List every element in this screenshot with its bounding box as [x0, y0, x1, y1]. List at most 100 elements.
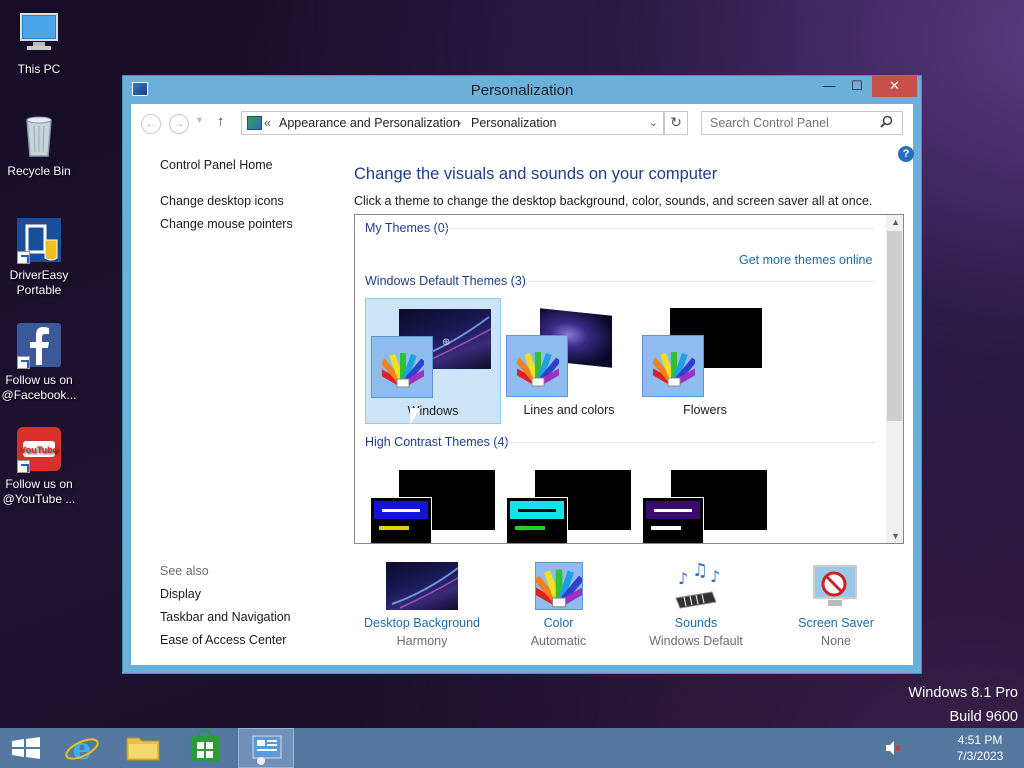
- hc-title-bar: [510, 501, 564, 519]
- page-title: Change the visuals and sounds on your co…: [354, 165, 718, 183]
- change-mouse-pointers-link[interactable]: Change mouse pointers: [160, 217, 293, 231]
- computer-icon: [15, 10, 63, 58]
- scroll-up-arrow-icon[interactable]: ▲: [891, 217, 900, 227]
- color-setting[interactable]: Color Automatic: [501, 562, 616, 648]
- ease-of-access-link[interactable]: Ease of Access Center: [160, 633, 286, 647]
- hc-title-bar: [374, 501, 428, 519]
- taskbar-control-panel[interactable]: [238, 728, 294, 768]
- svg-text:♫: ♫: [692, 562, 708, 581]
- group-divider: [443, 228, 875, 229]
- svg-text:♪: ♪: [710, 567, 720, 586]
- breadcrumb-personalization[interactable]: Personalization: [471, 116, 556, 130]
- up-button[interactable]: ↑: [217, 113, 225, 130]
- windows-edition-watermark: Windows 8.1 Pro: [908, 685, 1018, 701]
- help-icon[interactable]: ?: [898, 146, 914, 162]
- start-button[interactable]: [0, 728, 56, 768]
- desktop-icon-label: This PC: [17, 62, 61, 76]
- search-input[interactable]: [701, 111, 903, 135]
- color-palette-icon: [526, 562, 591, 610]
- recent-pages-dropdown[interactable]: ▼: [195, 115, 204, 125]
- high-contrast-preview: [506, 497, 568, 543]
- desktop-icon-recycle-bin[interactable]: Recycle Bin: [0, 112, 78, 179]
- theme-windows[interactable]: ⊕ Windows: [365, 298, 501, 424]
- windows-build-watermark: Build 9600: [949, 709, 1018, 725]
- address-box[interactable]: « Appearance and Personalization › Perso…: [241, 111, 664, 135]
- window-client-area: ← → ▼ ↑ « Appearance and Personalization…: [131, 104, 914, 665]
- screen-saver-icon: [800, 562, 872, 610]
- desktop-background-setting[interactable]: Desktop Background Harmony: [357, 562, 487, 648]
- setting-label: Sounds: [674, 616, 718, 630]
- theme-high-contrast-2[interactable]: [501, 460, 637, 543]
- facebook-icon: [15, 321, 63, 369]
- svg-text:⊕: ⊕: [442, 337, 450, 348]
- up-arrow-icon: ↑: [217, 113, 225, 130]
- hc-title-line: [518, 509, 556, 512]
- get-more-themes-link[interactable]: Get more themes online: [739, 253, 872, 267]
- folder-icon: [126, 737, 160, 761]
- breadcrumb-overflow[interactable]: «: [264, 116, 271, 130]
- mouse-cursor-icon: [410, 408, 421, 425]
- desktop-icon-youtube[interactable]: YouTube Follow us on @YouTube ...: [0, 425, 78, 507]
- taskbar-file-explorer[interactable]: [115, 728, 171, 768]
- back-button[interactable]: ←: [141, 114, 161, 134]
- taskbar-clock[interactable]: 4:51 PM 7/3/2023: [934, 732, 1024, 764]
- screen-saver-setting[interactable]: Screen Saver None: [776, 562, 896, 648]
- breadcrumb-separator: ›: [457, 116, 462, 130]
- high-contrast-preview: [370, 497, 432, 543]
- shortcut-arrow-icon: [17, 460, 30, 473]
- drivereasy-icon: [15, 216, 63, 264]
- themes-list[interactable]: My Themes (0) Get more themes online Win…: [354, 214, 904, 544]
- forward-button[interactable]: →: [169, 114, 189, 134]
- high-contrast-preview: [642, 497, 704, 543]
- color-palette-icon: [506, 335, 568, 397]
- breadcrumb-appearance[interactable]: Appearance and Personalization: [279, 116, 460, 130]
- hc-text-line: [379, 526, 409, 530]
- setting-label: Color: [543, 616, 574, 630]
- change-desktop-icons-link[interactable]: Change desktop icons: [160, 194, 284, 208]
- setting-value: Harmony: [396, 634, 448, 648]
- sounds-setting[interactable]: ♪ ♫ ♪ Sounds Windows Default: [631, 560, 761, 648]
- taskbar-store[interactable]: [177, 728, 233, 768]
- scroll-down-arrow-icon[interactable]: ▼: [891, 531, 900, 541]
- refresh-button[interactable]: ↻: [664, 111, 688, 135]
- sounds-icon: ♪ ♫ ♪: [660, 560, 732, 610]
- youtube-icon: YouTube: [15, 425, 63, 473]
- hc-text-line: [651, 526, 681, 530]
- internet-explorer-icon: e: [65, 732, 99, 767]
- maximize-button[interactable]: ☐: [844, 76, 870, 97]
- setting-value: None: [821, 634, 851, 648]
- display-link[interactable]: Display: [160, 587, 201, 601]
- taskbar-internet-explorer[interactable]: e: [54, 728, 110, 768]
- control-panel-home-link[interactable]: Control Panel Home: [160, 158, 273, 172]
- group-header-my-themes: My Themes (0): [365, 221, 449, 235]
- desktop-icon-this-pc[interactable]: This PC: [0, 10, 78, 77]
- clock-date: 7/3/2023: [956, 749, 1004, 763]
- address-dropdown-chevron-icon[interactable]: ⌄: [649, 116, 658, 129]
- minimize-button[interactable]: —: [816, 76, 842, 97]
- vertical-scrollbar[interactable]: ▲ ▼: [886, 215, 903, 543]
- group-header-default-themes: Windows Default Themes (3): [365, 274, 526, 288]
- desktop-icon-drivereasy[interactable]: DriverEasy Portable: [0, 216, 78, 298]
- volume-muted-icon[interactable]: [884, 740, 902, 756]
- clock-time: 4:51 PM: [957, 733, 1003, 747]
- setting-label: Screen Saver: [798, 616, 874, 630]
- scrollbar-thumb[interactable]: [887, 231, 902, 421]
- theme-high-contrast-1[interactable]: [365, 460, 501, 543]
- search-icon[interactable]: [880, 115, 894, 129]
- theme-name: Flowers: [683, 403, 727, 417]
- refresh-icon: ↻: [670, 114, 682, 130]
- svg-text:♪: ♪: [678, 569, 688, 588]
- theme-high-contrast-3[interactable]: [637, 460, 773, 543]
- theme-lines-and-colors[interactable]: Lines and colors: [501, 298, 637, 424]
- see-also-label: See also: [160, 564, 209, 578]
- close-button[interactable]: ✕: [872, 76, 917, 97]
- desktop-icon-label: Recycle Bin: [7, 164, 71, 178]
- title-bar[interactable]: Personalization — ☐ ✕: [123, 76, 921, 104]
- page-subtitle: Click a theme to change the desktop back…: [354, 194, 873, 208]
- theme-name: Lines and colors: [523, 403, 615, 417]
- hc-title-line: [382, 509, 420, 512]
- setting-value: Automatic: [530, 634, 587, 648]
- theme-flowers[interactable]: Flowers: [637, 298, 773, 424]
- taskbar-navigation-link[interactable]: Taskbar and Navigation: [160, 610, 291, 624]
- desktop-icon-facebook[interactable]: Follow us on @Facebook...: [0, 321, 78, 403]
